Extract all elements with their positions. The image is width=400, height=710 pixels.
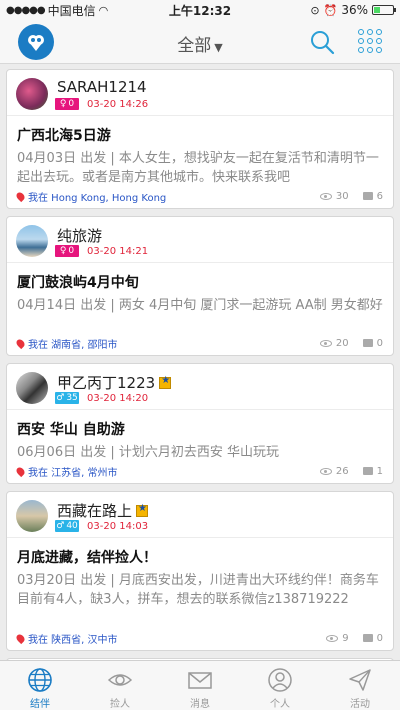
gender-age-badge: ♂ 35 — [55, 392, 79, 404]
grid-menu-icon[interactable] — [358, 29, 382, 53]
eye-icon — [107, 674, 133, 686]
location: 我在 Hong Kong, Hong Kong — [14, 189, 306, 204]
post-time: 03-20 14:20 — [87, 392, 149, 404]
tab-activities[interactable]: 活动 — [320, 661, 400, 710]
comment-icon — [362, 634, 373, 642]
post-card[interactable]: 西藏在路上 ♂40 03-20 14:03 月底进藏，结伴捡人！ 03月20日 … — [6, 491, 394, 651]
location: 我在 湖南省, 邵阳市 — [14, 336, 306, 351]
alarm-icon: ⏰ — [323, 3, 338, 17]
location: 我在 陕西省, 汉中市 — [14, 631, 312, 646]
tab-label: 捡人 — [110, 699, 130, 710]
user-name[interactable]: 纯旅游 — [57, 225, 102, 246]
post-description: 04月14日 出发 | 两女 4月中旬 厦门求一起游玩 AA制 男女都好 — [17, 298, 383, 313]
post-card[interactable]: 纯旅游 ♀ 0 03-20 14:21 厦门鼓浪屿4月中旬 04月14日 出发 |… — [6, 216, 394, 356]
view-count: 26 — [319, 466, 349, 477]
post-title: 广西北海5日游 — [17, 128, 111, 144]
carrier-label: 中国电信 — [47, 3, 96, 18]
eye-icon — [319, 467, 332, 475]
avatar[interactable] — [16, 500, 48, 532]
avatar[interactable] — [16, 78, 48, 110]
tab-label: 活动 — [350, 699, 370, 710]
tab-pickup[interactable]: 捡人 — [80, 661, 160, 710]
location-pin-icon — [14, 190, 27, 202]
battery-icon — [372, 5, 396, 15]
paper-plane-icon — [349, 669, 371, 691]
tab-label: 结伴 — [30, 699, 50, 710]
eye-icon — [326, 634, 339, 642]
category-dropdown[interactable]: 全部 ▼ — [0, 31, 400, 56]
post-title: 月底进藏，结伴捡人！ — [17, 550, 157, 566]
search-icon[interactable] — [308, 28, 336, 56]
tab-companion[interactable]: 结伴 — [0, 661, 80, 710]
post-title: 西安 华山 自助游 — [17, 422, 125, 438]
avatar[interactable] — [16, 225, 48, 257]
eye-icon — [319, 192, 332, 200]
post-feed[interactable]: SARAH1214 ♀ 0 03-20 14:26 广西北海5日游 04月03日 … — [0, 65, 400, 660]
location: 我在 江苏省, 常州市 — [14, 464, 306, 479]
comment-icon — [362, 467, 373, 475]
location-pin-icon — [14, 337, 27, 349]
vip-star-icon — [159, 375, 172, 389]
user-name[interactable]: 甲乙丙丁1223 — [57, 372, 172, 393]
view-count: 30 — [319, 191, 349, 202]
category-label: 全部 — [177, 36, 212, 56]
comment-count: 0 — [362, 633, 383, 644]
view-count: 9 — [326, 633, 349, 644]
view-count: 20 — [319, 338, 349, 349]
caret-down-icon: ▼ — [214, 41, 223, 54]
comment-icon — [362, 339, 373, 347]
rotation-lock-icon: ⊙ — [310, 3, 320, 17]
globe-icon — [28, 668, 52, 692]
post-time: 03-20 14:26 — [87, 98, 149, 110]
battery-percent: 36% — [341, 3, 368, 17]
status-bar: ●●●●● 中国电信 ◠ 上午12:32 ⊙ ⏰ 36% — [0, 0, 400, 20]
gender-age-badge: ♀ 0 — [55, 245, 79, 257]
post-title: 厦门鼓浪屿4月中旬 — [17, 275, 139, 291]
user-name[interactable]: 西藏在路上 — [57, 500, 149, 521]
post-description: 03月20日 出发 | 月底西安出发，川进青出大环线约伴！商务车目前有4人，缺3… — [17, 573, 379, 607]
tab-bar: 结伴 捡人 消息 个人 活动 — [0, 660, 400, 710]
envelope-icon — [188, 672, 212, 689]
location-pin-icon — [14, 632, 27, 644]
post-time: 03-20 14:03 — [87, 520, 149, 532]
post-description: 04月03日 出发 | 本人女生，想找驴友一起在复活节和清明节一起出去玩。或者是… — [17, 151, 379, 185]
comment-count: 6 — [362, 191, 383, 202]
comment-icon — [362, 192, 373, 200]
post-card[interactable]: 甲乙丙丁1223 ♂35 03-20 14:20 西安 华山 自助游 06月06… — [6, 363, 394, 484]
gender-age-badge: ♂ 40 — [55, 520, 79, 532]
tab-profile[interactable]: 个人 — [240, 661, 320, 710]
gender-age-badge: ♀ 0 — [55, 98, 79, 110]
comment-count: 0 — [362, 338, 383, 349]
tab-label: 消息 — [190, 699, 210, 710]
post-time: 03-20 14:21 — [87, 245, 149, 257]
clock: 上午12:32 — [168, 3, 232, 18]
person-icon — [268, 668, 292, 692]
wifi-icon: ◠ — [98, 3, 109, 17]
location-pin-icon — [14, 465, 27, 477]
vip-star-icon — [136, 503, 149, 517]
eye-icon — [319, 339, 332, 347]
avatar[interactable] — [16, 372, 48, 404]
post-card[interactable]: SARAH1214 ♀ 0 03-20 14:26 广西北海5日游 04月03日 … — [6, 69, 394, 209]
tab-label: 个人 — [270, 699, 290, 710]
nav-bar: 全部 ▼ — [0, 20, 400, 64]
comment-count: 1 — [362, 466, 383, 477]
signal-icon: ●●●●● — [6, 4, 46, 16]
tab-messages[interactable]: 消息 — [160, 661, 240, 710]
user-name[interactable]: SARAH1214 — [57, 78, 147, 96]
